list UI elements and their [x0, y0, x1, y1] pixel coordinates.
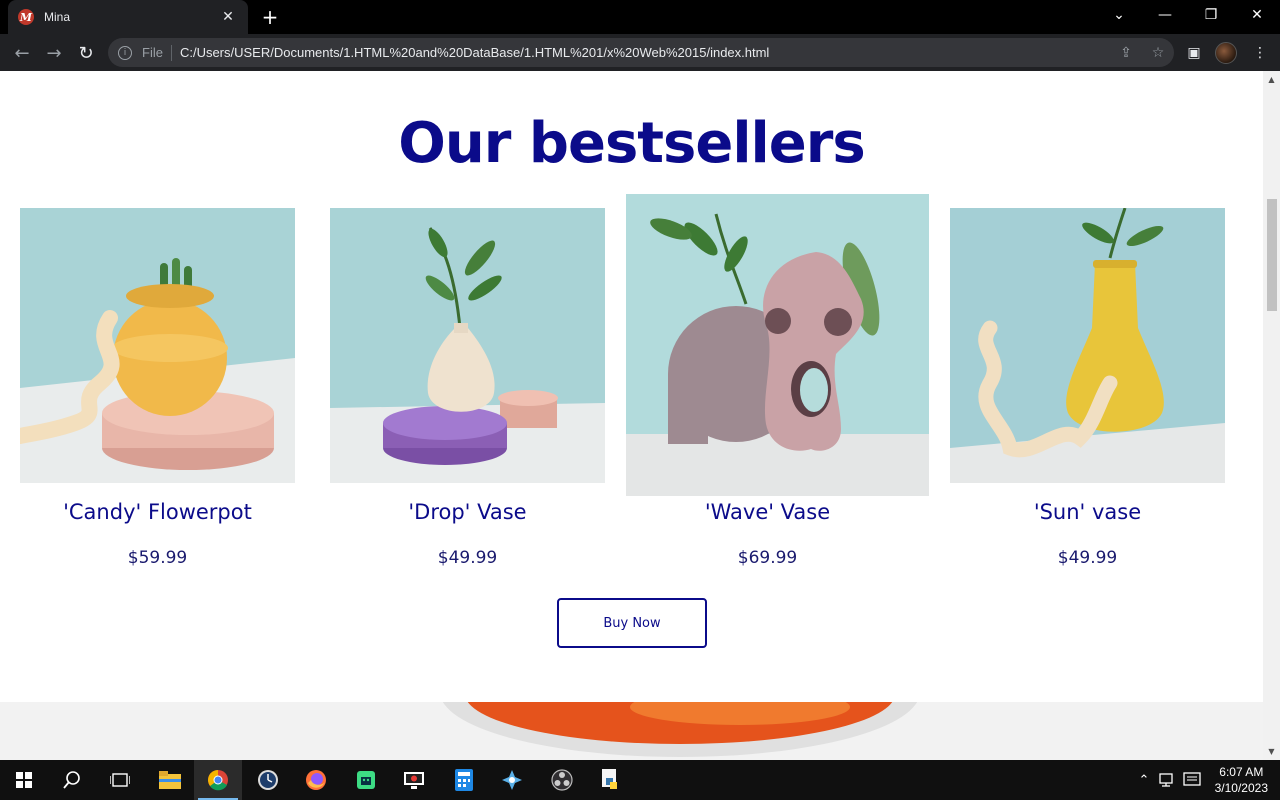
section-title: Our bestsellers — [398, 111, 865, 176]
search-icon[interactable] — [48, 760, 96, 800]
avatar — [1215, 42, 1237, 64]
clock-date: 3/10/2023 — [1214, 781, 1268, 795]
product-card[interactable]: 'Sun' vase $49.99 — [950, 208, 1225, 568]
task-view-icon[interactable] — [96, 760, 144, 800]
file-label: File — [142, 45, 163, 60]
ppsspp-icon[interactable] — [488, 760, 536, 800]
buy-now-button[interactable]: Buy Now — [557, 598, 707, 648]
tab-close-icon[interactable]: ✕ — [218, 9, 238, 25]
product-image[interactable] — [950, 208, 1225, 483]
product-price: $49.99 — [437, 548, 498, 568]
bookmark-star-icon[interactable]: ☆ — [1142, 38, 1174, 67]
side-panel-icon[interactable]: ▣ — [1180, 39, 1208, 67]
chrome-icon[interactable] — [194, 760, 242, 800]
page-viewport: Our bestsellers 'Candy' Flowerpot $59.99 — [0, 71, 1280, 760]
clock-time: 6:07 AM — [1219, 765, 1264, 779]
scroll-thumb[interactable] — [1267, 199, 1277, 311]
product-card[interactable]: 'Candy' Flowerpot $59.99 — [20, 208, 295, 568]
product-name[interactable]: 'Sun' vase — [910, 500, 1265, 524]
windows-start-icon[interactable] — [0, 760, 48, 800]
browser-toolbar: ← → ↻ i File C:/Users/USER/Documents/1.H… — [0, 34, 1280, 71]
forward-icon[interactable]: → — [40, 39, 68, 67]
system-clock[interactable]: 6:07 AM 3/10/2023 — [1215, 764, 1268, 796]
python-file-icon[interactable] — [586, 760, 634, 800]
product-price: $69.99 — [737, 548, 798, 568]
next-section-hero-image — [0, 702, 1263, 760]
product-name[interactable]: 'Wave' Vase — [590, 500, 945, 524]
back-icon[interactable]: ← — [8, 39, 36, 67]
browser-tab-bar: M Mina ✕ + ⌄ — ❐ ✕ — [0, 0, 1280, 34]
product-price: $49.99 — [1057, 548, 1118, 568]
scroll-up-icon[interactable]: ▲ — [1263, 71, 1280, 88]
windows-taskbar: ⌃ 6:07 AM 3/10/2023 — [0, 760, 1280, 800]
product-image[interactable] — [626, 194, 929, 496]
reload-icon[interactable]: ↻ — [72, 39, 100, 67]
restore-icon[interactable]: ❐ — [1188, 0, 1234, 30]
android-studio-icon[interactable] — [342, 760, 390, 800]
tray-overflow-icon[interactable]: ⌃ — [1132, 760, 1156, 800]
calculator-icon[interactable] — [440, 760, 488, 800]
minimize-icon[interactable]: — — [1142, 0, 1188, 30]
product-price: $59.99 — [127, 548, 188, 568]
omnibox-divider — [170, 44, 172, 61]
menu-kebab-icon[interactable]: ⋮ — [1246, 39, 1274, 67]
obs-icon[interactable] — [538, 760, 586, 800]
share-icon[interactable]: ⇪ — [1110, 38, 1142, 67]
address-bar[interactable]: i File C:/Users/USER/Documents/1.HTML%20… — [108, 38, 1174, 67]
window-close-icon[interactable]: ✕ — [1234, 0, 1280, 30]
profile-avatar[interactable] — [1212, 39, 1240, 67]
new-tab-icon[interactable]: + — [258, 5, 282, 29]
url-text[interactable]: C:/Users/USER/Documents/1.HTML%20and%20D… — [180, 45, 1110, 60]
product-card[interactable]: 'Wave' Vase $69.99 — [626, 194, 929, 568]
notifications-icon[interactable] — [1180, 760, 1204, 800]
site-info-icon[interactable]: i — [118, 45, 132, 60]
site-favicon-icon: M — [18, 9, 34, 25]
product-image[interactable] — [20, 208, 295, 483]
product-card[interactable]: 'Drop' Vase $49.99 — [330, 208, 605, 568]
scroll-down-icon[interactable]: ▼ — [1263, 743, 1280, 760]
network-icon[interactable] — [1156, 760, 1180, 800]
firefox-icon[interactable] — [292, 760, 340, 800]
page-scrollbar[interactable]: ▲ ▼ — [1263, 71, 1280, 760]
product-name[interactable]: 'Candy' Flowerpot — [0, 500, 335, 524]
tab-search-icon[interactable]: ⌄ — [1096, 0, 1142, 30]
file-explorer-icon[interactable] — [146, 760, 194, 800]
clock-app-icon[interactable] — [244, 760, 292, 800]
browser-tab[interactable]: M Mina ✕ — [8, 0, 248, 34]
product-image[interactable] — [330, 208, 605, 483]
tab-title: Mina — [44, 10, 71, 24]
screen-recorder-icon[interactable] — [390, 760, 438, 800]
